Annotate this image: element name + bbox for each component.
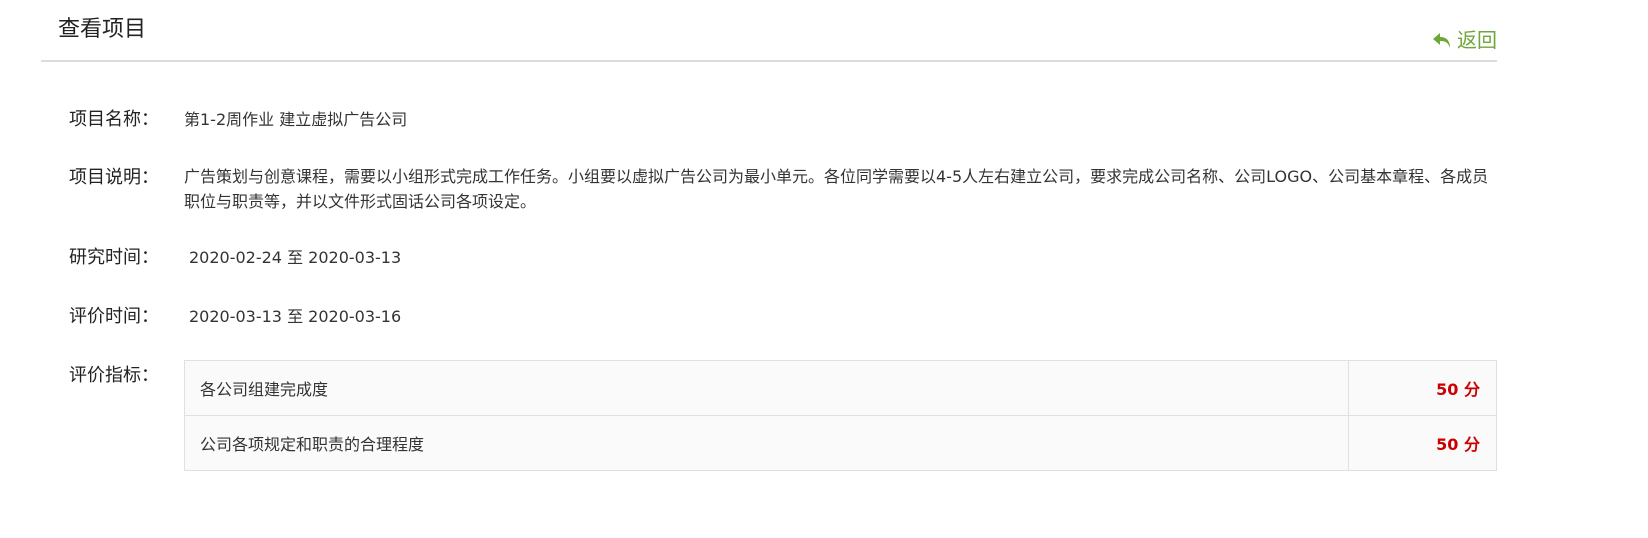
back-label: 返回 <box>1457 28 1497 52</box>
project-name-label: 项目名称： <box>69 109 159 130</box>
project-name-value: 第1-2周作业 建立虚拟广告公司 <box>184 110 408 129</box>
project-description-value: 广告策划与创意课程，需要以小组形式完成工作任务。小组要以虚拟广告公司为最小单元。… <box>184 167 1489 211</box>
project-name-row: 项目名称： 第1-2周作业 建立虚拟广告公司 <box>69 106 407 134</box>
evaluation-time-value: 2020-03-13 至 2020-03-16 <box>189 307 402 326</box>
page-title: 查看项目 <box>58 17 147 42</box>
evaluation-time-row: 评价时间： 2020-03-13 至 2020-03-16 <box>69 303 401 331</box>
project-description-label: 项目说明： <box>69 167 159 188</box>
project-description-row: 项目说明： 广告策划与创意课程，需要以小组形式完成工作任务。小组要以虚拟广告公司… <box>69 164 1499 214</box>
page-header: 查看项目 返回 <box>41 0 1497 62</box>
research-time-value: 2020-02-24 至 2020-03-13 <box>189 248 402 267</box>
table-row: 各公司组建完成度 50 分 <box>184 360 1497 416</box>
evaluation-criteria-label: 评价指标： <box>69 365 159 386</box>
criteria-name: 各公司组建完成度 <box>184 360 1349 416</box>
criteria-table: 各公司组建完成度 50 分 公司各项规定和职责的合理程度 50 分 <box>184 360 1497 471</box>
criteria-score: 50 分 <box>1348 360 1497 416</box>
criteria-score: 50 分 <box>1348 415 1497 471</box>
project-view-page: 查看项目 返回 项目名称： 第1-2周作业 建立虚拟广告公司 项目说明： 广告策… <box>0 0 1648 538</box>
table-row: 公司各项规定和职责的合理程度 50 分 <box>184 415 1497 471</box>
research-time-row: 研究时间： 2020-02-24 至 2020-03-13 <box>69 244 401 272</box>
criteria-name: 公司各项规定和职责的合理程度 <box>184 415 1349 471</box>
research-time-label: 研究时间： <box>69 247 159 268</box>
evaluation-criteria-row: 评价指标： <box>69 362 184 390</box>
evaluation-time-label: 评价时间： <box>69 306 159 327</box>
reply-arrow-icon <box>1431 29 1453 51</box>
back-link[interactable]: 返回 <box>1431 27 1497 53</box>
